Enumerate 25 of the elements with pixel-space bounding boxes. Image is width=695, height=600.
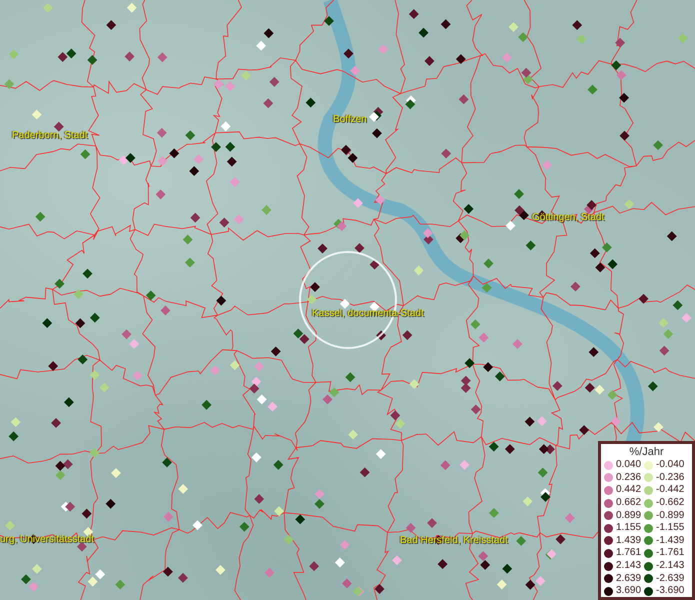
legend-label: 2.143 (616, 560, 642, 572)
legend-label: 3.690 (616, 585, 642, 598)
legend-label: -0.899 (656, 510, 684, 522)
legend-label: 0.662 (616, 497, 642, 510)
legend-label: -3.690 (656, 585, 684, 598)
legend-label: 1.439 (616, 534, 642, 547)
legend-label: 1.761 (616, 547, 642, 560)
legend-label: -2.143 (656, 560, 684, 572)
legend-label: 0.236 (616, 472, 642, 484)
legend-label: 2.639 (616, 572, 642, 585)
legend-label: -0.040 (656, 459, 684, 472)
legend-label: -1.439 (656, 534, 684, 547)
legend-label: -1.155 (656, 522, 684, 534)
legend-label: -2.639 (656, 572, 684, 585)
legend-label: 0.040 (616, 459, 642, 472)
legend-label: 0.899 (616, 510, 642, 522)
place-label: Paderborn, Stadt (12, 130, 88, 141)
legend-label: -0.236 (656, 472, 684, 484)
legend-label: -1.761 (656, 547, 684, 560)
legend-label: -0.442 (656, 484, 684, 496)
legend-label: 1.155 (616, 522, 642, 534)
legend-title: %/Jahr (628, 446, 665, 459)
legend-label: -0.662 (656, 497, 684, 510)
place-label: Boffzen (333, 114, 367, 125)
legend-label: 0.442 (616, 484, 642, 496)
